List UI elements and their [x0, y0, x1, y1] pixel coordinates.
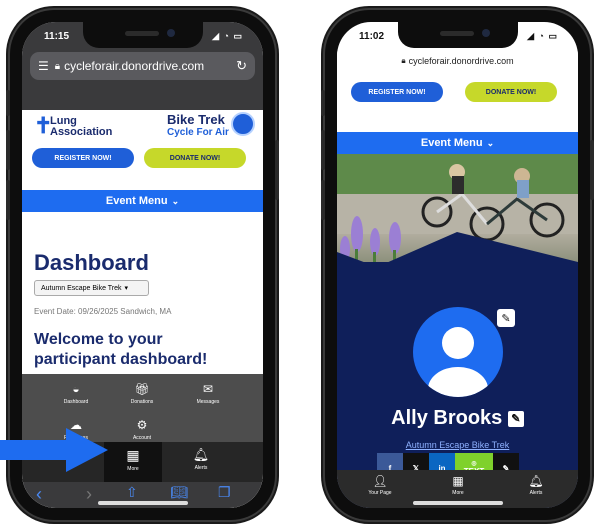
chat-icon: ◎: [471, 461, 477, 467]
menu-label: Donations: [130, 399, 154, 405]
browser-toolbar: ‹ › ⇧ 📖︎ ❐: [22, 482, 263, 508]
event-menu-label: Event Menu: [420, 137, 483, 149]
url-text: cycleforair.donordrive.com: [64, 59, 205, 73]
silent-switch: [6, 90, 10, 116]
cta-row: REGISTER NOW! DONATE NOW!: [337, 72, 578, 118]
status-bar: 11:15 ◢ ◔ ▭: [22, 22, 263, 50]
bike-trek-logo: Bike Trek Cycle For Air: [167, 112, 255, 138]
event-menu-label: Event Menu: [105, 195, 168, 207]
menu-label: Dashboard: [63, 399, 89, 405]
event-menu-bar[interactable]: Event Menu ⌄: [22, 190, 263, 212]
chevron-down-icon: ⌄: [486, 137, 495, 148]
welcome-heading: Welcome to your participant dashboard!: [34, 331, 208, 368]
lung-association-logo: ✝ Lung Association: [34, 113, 113, 138]
bike-badge-icon: [231, 112, 255, 136]
person-silhouette-icon: [428, 327, 488, 397]
pencil-icon: ✎: [501, 312, 511, 325]
event-select-value: Autumn Escape Bike Trek: [41, 284, 122, 292]
tab-more[interactable]: ▦ More: [433, 474, 483, 496]
menu-label: Messages: [196, 399, 220, 405]
status-icons: ◢ ◔ ▭: [527, 31, 558, 41]
profile-name-text: Ally Brooks: [391, 407, 503, 429]
tab-label: More: [452, 490, 464, 496]
page-title: Dashboard: [34, 250, 149, 275]
gift-icon: 🎁︎: [134, 382, 150, 396]
pencil-icon: ✎: [511, 412, 521, 425]
status-time: 11:02: [359, 31, 385, 42]
chevron-down-icon: ⌄: [171, 195, 180, 206]
bookmarks-icon[interactable]: 📖︎: [170, 484, 188, 501]
tab-label: Alerts: [529, 490, 543, 496]
tab-more[interactable]: ▦ More: [104, 442, 162, 482]
menu-item-dashboard[interactable]: ◒ Dashboard: [46, 382, 106, 405]
menu-label: Account: [132, 435, 152, 441]
event-select[interactable]: Autumn Escape Bike Trek ▾: [34, 280, 149, 296]
power-button: [590, 140, 594, 200]
event-menu-bar[interactable]: Event Menu ⌄: [337, 132, 578, 154]
silent-switch: [321, 90, 325, 116]
forward-icon[interactable]: ›: [86, 484, 92, 505]
tab-alerts[interactable]: 🔔︎ Alerts: [172, 442, 230, 482]
bell-icon: 🔔︎: [528, 474, 544, 488]
person-icon: 👤︎: [372, 474, 388, 488]
edit-name-button[interactable]: ✎: [507, 410, 524, 427]
status-bar: 11:02 ◢ ◔ ▭: [337, 22, 578, 50]
speedometer-icon: ◒: [72, 382, 80, 396]
status-icons: ◢ ◔ ▭: [212, 31, 243, 41]
logo-line2: Association: [50, 126, 113, 138]
grid-icon: ▦: [452, 474, 464, 488]
cross-icon: ✝: [34, 113, 53, 138]
browser-chrome: 11:15 ◢ ◔ ▭ ☰ 🔒︎ cycleforair.donordrive.…: [22, 22, 263, 112]
address-bar[interactable]: 🔒︎ cycleforair.donordrive.com: [337, 50, 578, 72]
volume-down-button: [6, 180, 10, 220]
lock-icon: 🔒︎: [401, 56, 406, 65]
donate-button[interactable]: DONATE NOW!: [144, 148, 246, 168]
volume-up-button: [321, 130, 325, 170]
right-screen: 11:02 ◢ ◔ ▭ 🔒︎ cycleforair.donordrive.co…: [337, 22, 578, 508]
caret-down-icon: ▾: [124, 285, 129, 292]
register-button[interactable]: REGISTER NOW!: [32, 148, 134, 168]
right-phone: 11:02 ◢ ◔ ▭ 🔒︎ cycleforair.donordrive.co…: [321, 10, 594, 520]
lock-icon: 🔒︎: [54, 60, 61, 72]
home-indicator: [412, 501, 503, 505]
bell-icon: 🔔︎: [192, 447, 210, 462]
tab-label: Alerts: [194, 465, 208, 471]
address-bar[interactable]: ☰ 🔒︎ cycleforair.donordrive.com ↻: [30, 52, 255, 80]
tab-label: More: [127, 466, 139, 472]
home-indicator: [97, 501, 188, 505]
power-button: [275, 140, 279, 200]
tab-alerts[interactable]: 🔔︎ Alerts: [511, 474, 561, 496]
back-icon[interactable]: ‹: [36, 484, 42, 505]
event-link[interactable]: Autumn Escape Bike Trek: [337, 440, 578, 450]
register-button[interactable]: REGISTER NOW!: [351, 82, 443, 102]
menu-item-messages[interactable]: ✉ Messages: [178, 382, 238, 405]
grid-icon: ▦: [126, 447, 140, 463]
url-text: cycleforair.donordrive.com: [408, 56, 514, 66]
reload-icon[interactable]: ↻: [236, 58, 247, 74]
envelope-icon: ✉: [202, 382, 214, 396]
profile-name: Ally Brooks ✎: [337, 407, 578, 430]
callout-arrow: [0, 428, 108, 472]
tab-label: Your Page: [368, 490, 392, 496]
menu-item-account[interactable]: ⚙ Account: [112, 418, 172, 441]
share-icon[interactable]: ⇧: [126, 484, 138, 501]
donate-button[interactable]: DONATE NOW!: [465, 82, 557, 102]
gear-icon: ⚙: [136, 418, 148, 432]
menu-item-donations[interactable]: 🎁︎ Donations: [112, 382, 172, 405]
avatar[interactable]: [413, 307, 503, 397]
volume-up-button: [6, 130, 10, 170]
volume-down-button: [321, 180, 325, 220]
tabs-icon[interactable]: ☰: [38, 59, 49, 73]
tabs-overview-icon[interactable]: ❐: [218, 484, 231, 501]
tab-your-page[interactable]: 👤︎ Your Page: [355, 474, 405, 496]
edit-avatar-button[interactable]: ✎: [497, 309, 515, 327]
app-tab-bar: 👤︎ Your Page ▦ More 🔔︎ Alerts: [337, 470, 578, 508]
status-time: 11:15: [44, 31, 70, 42]
event-date: Event Date: 09/26/2025 Sandwich, MA: [34, 307, 172, 316]
